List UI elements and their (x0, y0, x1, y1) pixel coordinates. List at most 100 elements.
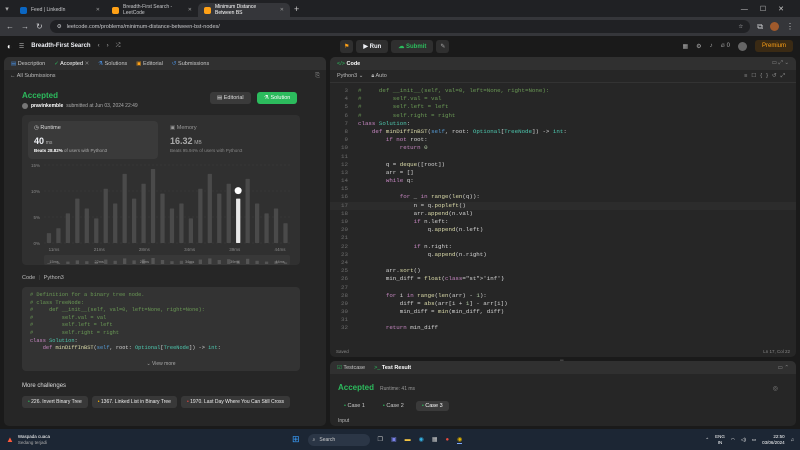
prev-problem-icon[interactable]: ‹ (98, 43, 100, 49)
challenge-chip[interactable]: • 1367. Linked List in Binary Tree (91, 396, 177, 408)
case-tab-3[interactable]: • Case 3 (415, 401, 449, 411)
runtime-distribution-chart[interactable]: 15% 10% 5% 0% 11ms 21ms 28ms 34ms 39ms 44ms 15ms 22… (22, 159, 300, 265)
streak-icon[interactable]: 🔥︎ 0 (721, 43, 730, 50)
code-line[interactable]: 22 if n.right: (330, 243, 796, 251)
code-line[interactable]: 15 (330, 185, 796, 193)
tab-accepted[interactable]: ✓ Accepted ✕ (54, 61, 89, 67)
code-line[interactable]: 4 # self.val = val (330, 95, 796, 103)
tab-editorial[interactable]: ▣ Editorial (136, 61, 163, 67)
code-line[interactable]: 25 arr.sort() (330, 267, 796, 275)
code-line[interactable]: 6 # self.right = right (330, 112, 796, 120)
code-line[interactable]: 12 q = deque([root]) (330, 161, 796, 169)
tab-solutions[interactable]: ⚗ Solutions (98, 61, 127, 67)
tab-testcase[interactable]: ☑ Testcase (337, 365, 365, 371)
solution-button[interactable]: ⚗ Solution (257, 92, 298, 104)
close-icon[interactable]: ✕ (85, 61, 90, 67)
new-tab-icon[interactable]: + (294, 4, 299, 14)
tab-submissions[interactable]: ↺ Submissions (172, 61, 209, 67)
editor-tool-icons[interactable]: ≡☐{}↺⤢ (744, 73, 789, 80)
close-icon[interactable]: ✕ (188, 7, 192, 13)
tab-search-icon[interactable]: ▾ (0, 5, 14, 13)
browser-tab-linkedin[interactable]: Feed | LinkedIn ✕ (14, 3, 106, 17)
teams-icon[interactable]: ▣ (391, 436, 397, 443)
close-icon[interactable]: ✕ (96, 7, 100, 13)
taskbar-search[interactable]: ⌕ Search (307, 433, 370, 446)
extensions-icon[interactable]: ⧉ (757, 22, 763, 32)
volume-icon[interactable]: ◁) (741, 437, 746, 443)
input-language[interactable]: ENG (715, 434, 725, 440)
editor-code-area[interactable]: 3 # def __init__(self, val=0, left=None, … (330, 85, 796, 343)
user-name[interactable]: pravinkemble (31, 103, 63, 109)
case-tab-2[interactable]: • Case 2 (377, 401, 410, 411)
autocomplete-toggle[interactable]: 🔒︎ Auto (371, 73, 387, 80)
code-line[interactable]: 7 class Solution: (330, 120, 796, 128)
code-line[interactable]: 9 if not root: (330, 136, 796, 144)
forward-icon[interactable]: → (21, 22, 29, 31)
tab-description[interactable]: ▤ Description (11, 61, 45, 67)
battery-icon[interactable]: ▭ (752, 437, 756, 443)
problem-list-icon[interactable]: ☰ (19, 43, 24, 50)
notification-bell-icon[interactable]: ♫ (791, 437, 794, 442)
reload-icon[interactable]: ↻ (36, 22, 43, 31)
code-line[interactable]: 18 arr.append(n.val) (330, 210, 796, 218)
submitted-code-block[interactable]: # Definition for a binary tree node. # cl… (22, 287, 300, 371)
notes-icon[interactable]: ✎ (436, 39, 450, 53)
profile-avatar[interactable] (770, 22, 779, 31)
address-bar[interactable]: ⚙ leetcode.com/problems/minimum-distance… (49, 20, 751, 33)
leetcode-logo-icon[interactable]: ◐ (7, 42, 12, 51)
tab-test-result[interactable]: >_ Test Result (374, 365, 411, 371)
notifications-icon[interactable]: ♪ (710, 43, 713, 49)
app-icon[interactable]: ● (446, 437, 450, 443)
runtime-box[interactable]: ◷ Runtime 40 ms Beats 28.82% of users wi… (28, 121, 158, 159)
code-line[interactable]: 8 def minDiffInBST(self, root: Optional[… (330, 128, 796, 136)
code-line[interactable]: 26 min_diff = float(class="st">'inf') (330, 275, 796, 283)
tray-chevron-icon[interactable]: ⌃ (705, 437, 709, 443)
window-controls-icons[interactable]: ▭ ⤢ ⌄ (772, 60, 789, 67)
code-line[interactable]: 10 return 0 (330, 144, 796, 152)
code-line[interactable]: 30 min_diff = min(min_diff, diff) (330, 308, 796, 316)
next-problem-icon[interactable]: › (107, 43, 109, 49)
back-icon[interactable]: ← (6, 22, 14, 31)
challenge-chip[interactable]: • 1970. Last Day Where You Can Still Cro… (180, 396, 291, 408)
code-line[interactable]: 24 (330, 259, 796, 267)
task-view-icon[interactable]: ❐ (378, 436, 383, 443)
language-select[interactable]: Python3 ⌄ (337, 73, 363, 79)
wifi-icon[interactable]: ◠ (731, 437, 735, 443)
code-line[interactable]: 14 while q: (330, 177, 796, 185)
code-line[interactable]: 5 # self.left = left (330, 103, 796, 111)
code-line[interactable]: 16 for _ in range(len(q)): (330, 193, 796, 201)
debug-icon[interactable]: ⚑ (340, 39, 354, 53)
code-line[interactable]: 20 q.append(n.left) (330, 226, 796, 234)
code-line[interactable]: 17 n = q.popleft() (330, 201, 796, 210)
memory-box[interactable]: ▣ Memory 16.32 MB Beats 95.94% of users … (164, 121, 294, 159)
all-submissions-link[interactable]: ← All Submissions (10, 73, 56, 79)
code-line[interactable]: 28 for i in range(len(arr) - 1): (330, 292, 796, 300)
menu-icon[interactable]: ⋮ (786, 22, 794, 31)
feedback-icon[interactable]: ◎ (773, 385, 778, 392)
panel-controls-icons[interactable]: ▭ ⌃ (778, 365, 789, 371)
code-line[interactable]: 29 diff = abs(arr[i + 1] - arr[i]) (330, 300, 796, 308)
code-line[interactable]: 32 return min_diff (330, 324, 796, 332)
challenge-chip[interactable]: • 226. Invert Binary Tree (22, 396, 88, 408)
code-line[interactable]: 27 (330, 284, 796, 292)
case-tab-1[interactable]: • Case 1 (338, 401, 371, 411)
code-line[interactable]: 31 (330, 316, 796, 324)
weather-icon[interactable]: ▲ (6, 435, 14, 444)
submit-button[interactable]: ☁ Submit (391, 39, 434, 53)
settings-icon[interactable]: ⚙ (696, 43, 701, 50)
code-line[interactable]: 13 arr = [] (330, 169, 796, 177)
bookmark-star-icon[interactable]: ☆ (738, 24, 743, 30)
browser-tab-leetcode-active[interactable]: Minimum Distance Between BS ✕ (198, 3, 290, 17)
start-icon[interactable]: ⊞ (292, 434, 300, 445)
site-info-icon[interactable]: ⚙ (57, 24, 62, 30)
code-line[interactable]: 19 if n.left: (330, 218, 796, 226)
window-controls[interactable]: —☐✕ (741, 5, 800, 13)
study-plan-title[interactable]: Breadth-First Search (31, 43, 90, 49)
view-more-button[interactable]: ⌄ View more (22, 361, 300, 367)
shuffle-icon[interactable]: ⤮ (116, 43, 121, 50)
edge-icon[interactable]: ◉ (419, 436, 424, 443)
share-icon[interactable]: ⎘ (315, 73, 320, 80)
code-line[interactable]: 21 (330, 234, 796, 242)
browser-tab-leetcode-bfs[interactable]: Breadth-First Search - LeetCode ✕ (106, 3, 198, 17)
close-icon[interactable]: ✕ (280, 7, 284, 13)
